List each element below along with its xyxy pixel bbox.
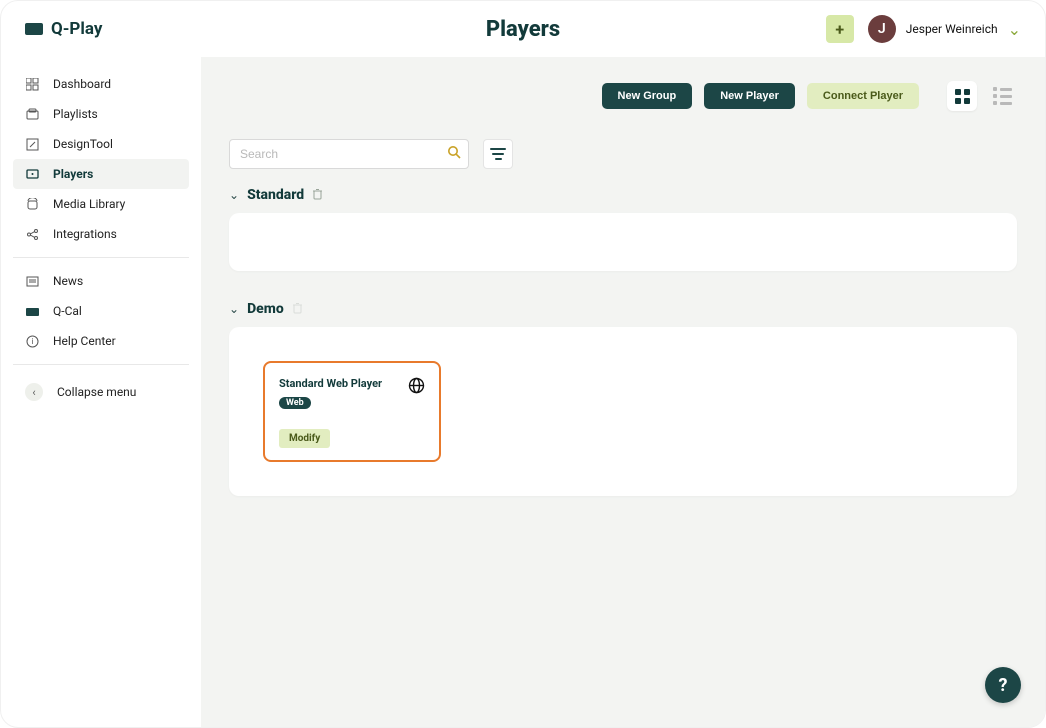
help-center-icon: i [25,334,39,348]
search-box [229,139,469,169]
sidebar-item-label: News [53,274,83,288]
brand-logo[interactable]: Q-Play [25,19,102,39]
sidebar-item-label: Media Library [53,197,125,211]
sidebar-item-label: Players [53,167,93,181]
sidebar-item-label: Help Center [53,334,116,348]
toolbar: New Group New Player Connect Player [229,81,1017,111]
playlists-icon [25,107,39,121]
main-content: New Group New Player Connect Player [201,57,1045,727]
search-icon[interactable] [447,145,461,163]
connect-player-button[interactable]: Connect Player [807,83,919,109]
integrations-icon [25,227,39,241]
group-panel-standard [229,213,1017,271]
chevron-left-icon: ‹ [25,383,43,401]
modify-button[interactable]: Modify [279,429,330,448]
list-view-button[interactable] [987,81,1017,111]
help-fab[interactable]: ? [985,667,1021,703]
avatar: J [868,15,896,43]
sidebar-item-dashboard[interactable]: Dashboard [13,69,189,99]
chevron-down-icon[interactable]: ⌄ [229,188,239,202]
player-card[interactable]: Standard Web Player Web Modify [263,361,441,462]
collapse-menu-button[interactable]: ‹ Collapse menu [13,375,189,409]
sidebar-item-help-center[interactable]: i Help Center [13,326,189,356]
search-row [229,139,1017,169]
qcal-icon [25,304,39,318]
chevron-down-icon[interactable]: ⌄ [229,302,239,316]
brand-name: Q-Play [51,19,102,39]
sidebar-divider [13,364,189,365]
sidebar: Dashboard Playlists DesignTool Players [1,57,201,727]
sidebar-item-news[interactable]: News [13,266,189,296]
list-icon [993,87,1012,105]
collapse-menu-label: Collapse menu [57,385,136,399]
add-button[interactable]: + [826,15,854,43]
logo-icon [25,23,43,35]
news-icon [25,274,39,288]
group-header-demo[interactable]: ⌄ Demo [229,301,1017,317]
media-library-icon [25,197,39,211]
sidebar-item-label: Integrations [53,227,117,241]
header-right: + J Jesper Weinreich ⌄ [826,15,1021,43]
players-icon [25,167,39,181]
group-header-standard[interactable]: ⌄ Standard [229,187,1017,203]
sidebar-item-label: DesignTool [53,137,113,151]
chevron-down-icon[interactable]: ⌄ [1008,20,1021,39]
player-card-name: Standard Web Player [279,377,382,390]
player-card-tag: Web [279,397,311,409]
sidebar-item-qcal[interactable]: Q-Cal [13,296,189,326]
svg-text:i: i [31,337,33,346]
sidebar-item-label: Dashboard [53,77,111,91]
sidebar-item-media-library[interactable]: Media Library [13,189,189,219]
user-menu[interactable]: J Jesper Weinreich ⌄ [868,15,1021,43]
sidebar-item-label: Q-Cal [53,304,82,318]
sidebar-item-players[interactable]: Players [13,159,189,189]
group-title: Demo [247,301,284,317]
sidebar-item-designtool[interactable]: DesignTool [13,129,189,159]
dashboard-icon [25,77,39,91]
group-title: Standard [247,187,304,203]
globe-icon [408,377,425,398]
sidebar-divider [13,257,189,258]
grid-view-button[interactable] [947,81,977,111]
designtool-icon [25,137,39,151]
trash-icon[interactable] [312,188,323,203]
filter-icon [490,148,506,160]
sidebar-item-integrations[interactable]: Integrations [13,219,189,249]
user-name: Jesper Weinreich [906,22,998,36]
filter-button[interactable] [483,139,513,169]
view-toggle [947,81,1017,111]
new-player-button[interactable]: New Player [704,83,795,109]
sidebar-item-playlists[interactable]: Playlists [13,99,189,129]
grid-icon [955,89,970,104]
header: Q-Play Players + J Jesper Weinreich ⌄ [1,1,1045,57]
trash-icon[interactable] [292,302,303,317]
group-panel-demo: Standard Web Player Web Modify [229,327,1017,496]
sidebar-item-label: Playlists [53,107,98,121]
page-title: Players [486,17,560,42]
search-input[interactable] [229,139,469,169]
new-group-button[interactable]: New Group [602,83,693,109]
